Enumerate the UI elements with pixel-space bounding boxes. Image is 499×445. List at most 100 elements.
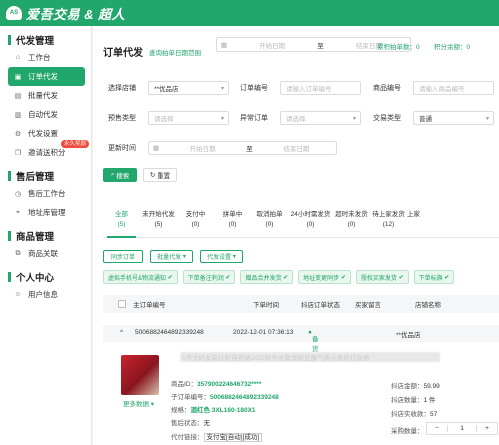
product-spec: 规格：酒红色 3XL160-180X1 <box>171 407 256 414</box>
sidebar-item-batch-dropship[interactable]: ▤ 批量代发 <box>8 86 85 105</box>
chevron-down-icon: ▾ <box>220 115 224 122</box>
tab-paying[interactable]: 支付中 (0) <box>177 206 214 237</box>
status-tabs: 全部 (5) 未开始代发 (5) 支付中 (0) 拼单中 (0) 取消拍单 (0) 24小… <box>103 206 499 238</box>
sidebar-item-auto-dropship[interactable]: ▥ 自动代发 <box>8 105 85 124</box>
date-start-input[interactable]: 开始日期 <box>231 40 313 50</box>
feature-tag: 虚拟手机号&物流通知 ✔ <box>103 270 178 284</box>
select-all-checkbox[interactable] <box>118 300 126 308</box>
pay-link: 代付链接： 支付宝[自动][成功] <box>171 431 263 442</box>
gift-icon: ❐ <box>14 149 22 157</box>
quantity-stepper[interactable]: − 1 + <box>426 422 498 435</box>
sidebar: 代发管理 ⌂ 工作台 ▣ 订单代发 ▤ 批量代发 ▥ 自动代发 ⚙ 代发设置 ❐ 邀请送积分… <box>0 26 92 445</box>
product-no-input[interactable]: 请输入商品编号 <box>413 81 494 95</box>
tab-ship-24h[interactable]: 24小时需发货 (0) <box>288 206 333 237</box>
purchase-quantity-label: 采购数量： <box>391 428 424 435</box>
chevron-down-icon: ▾ <box>485 115 489 122</box>
sidebar-item-aftersale-workbench[interactable]: ◷ 售后工作台 <box>8 184 85 203</box>
check-circle-icon: ✔ <box>340 274 346 281</box>
tab-await-supplier[interactable]: 待上家发货 (12) <box>370 206 407 237</box>
feature-tags: 虚拟手机号&物流通知 ✔ 下单备注利润 ✔ 赠品合并发货 ✔ 地址变更同步 ✔ … <box>103 270 499 288</box>
feature-tag: 地址变更同步 ✔ <box>298 270 351 284</box>
top-bar: AS 爱吾交易 & 超人 <box>0 0 499 26</box>
trade-type-filter: 交易类型 普通 ▾ <box>373 111 494 125</box>
sync-orders-button[interactable]: 同步订单 <box>103 250 143 263</box>
tab-overdue[interactable]: 超时未发货 (0) <box>333 206 370 237</box>
order-no-filter: 订单编号 请输入订单编号 <box>240 81 361 95</box>
sidebar-group-title: 个人中心 <box>0 269 91 285</box>
sidebar-group-title: 售后管理 <box>0 168 91 184</box>
chevron-down-icon: ▾ <box>352 115 356 122</box>
sidebar-group-title: 商品管理 <box>0 228 91 244</box>
logo-icon: AS <box>6 6 22 20</box>
calendar-icon: ▦ <box>152 145 160 152</box>
abnormal-select[interactable]: 请选择 ▾ <box>280 111 361 125</box>
link-icon: ⧉ <box>15 249 21 257</box>
tab-group-buy[interactable]: 拼单中 (0) <box>214 206 251 237</box>
abnormal-filter: 异常订单 请选择 ▾ <box>240 111 361 125</box>
badge: 永久奖励 <box>60 140 89 148</box>
tab-supplier[interactable]: 上家 <box>407 206 427 237</box>
page-header: 订单代发 查询拍单日期范围 ▦ 开始日期 至 结束日期 累积拍单数：0 积分余额… <box>103 37 499 59</box>
points-balance: 积分余额：0 <box>434 44 471 51</box>
check-circle-icon: ✔ <box>225 274 231 281</box>
order-number: 5006882464892339248 <box>135 329 204 336</box>
tab-cancelled[interactable]: 取消拍单 (0) <box>251 206 288 237</box>
check-circle-icon: ✔ <box>167 274 173 281</box>
table-header: 主订单编号 下单时间 抖店订单状态 买家留言 店铺名称 <box>103 295 499 313</box>
brand-name: 爱吾交易 & 超人 <box>26 6 126 22</box>
service-icon: ◷ <box>14 190 22 198</box>
sidebar-group-title: 代发管理 <box>0 32 91 48</box>
sidebar-item-product-link[interactable]: ⧉ 商品关联 <box>8 244 85 263</box>
feature-tag: 下单标旗 ✔ <box>413 270 455 284</box>
check-circle-icon: ✔ <box>283 274 289 281</box>
presale-select[interactable]: 请选择 ▾ <box>148 111 229 125</box>
search-button[interactable]: ⌕ 搜索 <box>103 168 137 182</box>
shop-actual-received: 抖店实收款：57 <box>391 411 438 418</box>
product-image[interactable] <box>121 355 159 395</box>
chevron-up-icon[interactable]: ^ <box>120 329 123 336</box>
chevron-down-icon: ▾ <box>231 254 236 260</box>
reset-button[interactable]: ↻ 重置 <box>143 168 177 182</box>
upload-icon: ▤ <box>14 92 22 100</box>
order-time: 2022-12-01 07:36:13 <box>233 329 294 336</box>
query-label: 查询拍单日期范围 <box>149 49 201 57</box>
plus-button[interactable]: + <box>477 425 497 432</box>
home-icon: ⌂ <box>15 54 21 61</box>
presale-filter: 预售类型 请选择 ▾ <box>108 111 229 125</box>
shop-select[interactable]: **优品店 ▾ <box>148 81 229 95</box>
pay-link-value[interactable]: 支付宝[自动][成功] <box>203 433 263 442</box>
order-status: ● 备货中 <box>308 329 319 363</box>
product-id: 商品ID：357900224646732**** <box>171 381 262 388</box>
sidebar-item-user-info[interactable]: ☺ 用户信息 <box>8 285 85 304</box>
sidebar-item-address-library[interactable]: ⌖ 地址库管理 <box>8 203 85 222</box>
location-icon: ⌖ <box>16 208 20 216</box>
batch-dropship-button[interactable]: 批量代发 ▾ <box>150 250 193 263</box>
page-title: 订单代发 <box>103 48 143 59</box>
quantity-value[interactable]: 1 <box>447 425 477 432</box>
minus-button[interactable]: − <box>427 425 447 432</box>
gear-icon: ⚙ <box>14 130 22 138</box>
sidebar-item-order-dropship[interactable]: ▣ 订单代发 <box>8 67 85 86</box>
tab-all[interactable]: 全部 (5) <box>103 206 140 238</box>
dropship-settings-button[interactable]: 代发设置 ▾ <box>200 250 243 263</box>
calendar-icon: ▦ <box>220 41 228 49</box>
order-no-input[interactable]: 请输入订单编号 <box>280 81 361 95</box>
chevron-down-icon: ▾ <box>220 85 224 92</box>
shop-price: 抖店金额：59.99 <box>391 383 440 390</box>
more-data-link[interactable]: 更多数据 ▾ <box>123 398 154 408</box>
sidebar-item-workbench[interactable]: ⌂ 工作台 <box>8 48 85 67</box>
after-sale-status: 售后状态：无 <box>171 420 210 427</box>
feature-tag: 授权买家发货 ✔ <box>355 270 409 284</box>
feature-tag: 下单备注利润 ✔ <box>182 270 236 284</box>
table-row[interactable]: ^ 5006882464892339248 2022-12-01 07:36:1… <box>103 325 499 363</box>
sidebar-item-invite-points[interactable]: ❐ 邀请送积分 永久奖励 <box>8 140 89 162</box>
orders-count: 累积拍单数：0 <box>377 44 420 51</box>
user-icon: ☺ <box>14 291 22 298</box>
tab-not-started[interactable]: 未开始代发 (5) <box>140 206 177 237</box>
check-circle-icon: ✔ <box>444 274 450 281</box>
update-time-filter: 更新时间 ▦ 开始日期 至 结束日期 <box>108 141 337 155</box>
trade-type-select[interactable]: 普通 ▾ <box>413 111 494 125</box>
update-date-range[interactable]: ▦ 开始日期 至 结束日期 <box>148 141 337 155</box>
sub-order-number: 子订单编号：5006882464892339248 <box>171 394 279 401</box>
shop-quantity: 抖店数量：1 件 <box>391 397 436 404</box>
